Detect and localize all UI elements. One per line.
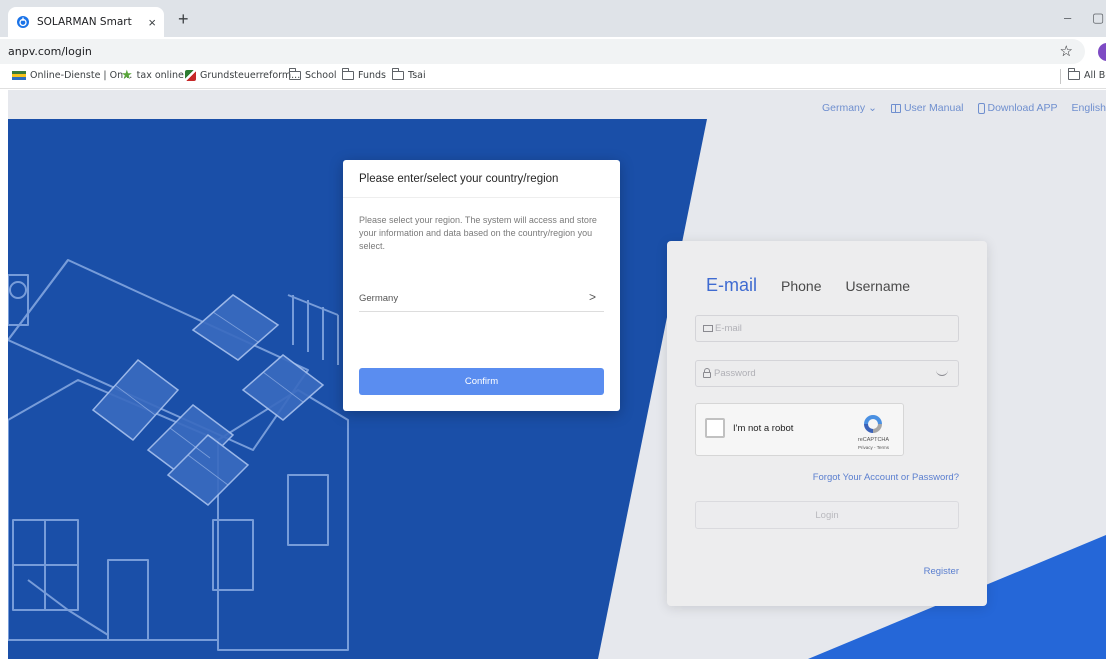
folder-icon: [288, 68, 301, 80]
selected-region: Germany: [359, 293, 399, 304]
bookmark-label: Grundsteuerreform...: [200, 70, 301, 81]
bookmark-star-icon[interactable]: ☆: [1060, 42, 1073, 60]
recaptcha-label: I'm not a robot: [733, 423, 794, 434]
tab-username[interactable]: Username: [846, 278, 911, 294]
region-label: Germany: [821, 102, 866, 114]
chevron-down-icon: ⌄: [868, 102, 877, 114]
bookmark-item[interactable]: Tsai: [391, 68, 426, 81]
minimize-icon[interactable]: –: [1064, 10, 1071, 25]
recaptcha-widget: I'm not a robot reCAPTCHA Privacy - Term…: [695, 403, 904, 456]
new-tab-icon[interactable]: +: [178, 9, 189, 30]
tab-phone[interactable]: Phone: [781, 278, 821, 294]
recaptcha-terms-link[interactable]: Privacy - Terms: [846, 445, 901, 450]
recaptcha-brand: reCAPTCHA: [857, 437, 890, 443]
top-navigation: Germany ⌄ User Manual Download APP Engli…: [822, 102, 1106, 114]
password-field[interactable]: Password: [695, 360, 959, 387]
lock-icon: [703, 368, 711, 378]
region-modal: Please enter/select your country/region …: [343, 160, 620, 411]
recaptcha-logo-icon: [864, 415, 882, 433]
forgot-password-link[interactable]: Forgot Your Account or Password?: [813, 472, 959, 483]
language-selector[interactable]: English: [1072, 102, 1106, 114]
folder-icon: [1067, 68, 1080, 80]
bookmarks-separator: [1060, 69, 1061, 84]
folder-icon: [391, 68, 404, 80]
bookmark-label: All Bo: [1084, 70, 1106, 81]
email-placeholder: E-mail: [715, 323, 742, 334]
download-app-label: Download APP: [987, 102, 1058, 114]
tab-email[interactable]: E-mail: [706, 275, 757, 296]
folder-icon: [341, 68, 354, 80]
address-bar: anpv.com/login ☆: [0, 37, 1106, 65]
book-icon: [890, 103, 901, 113]
star-icon: ★: [121, 67, 133, 83]
confirm-button[interactable]: Confirm: [359, 368, 604, 395]
bookmark-item[interactable]: School: [288, 68, 337, 81]
flag-icon: [12, 71, 26, 80]
bookmark-item[interactable]: Grundsteuerreform...: [185, 70, 300, 81]
email-field[interactable]: E-mail: [695, 315, 959, 342]
login-tabs: E-mail Phone Username: [706, 275, 910, 296]
password-placeholder: Password: [714, 368, 756, 379]
recaptcha-checkbox[interactable]: [705, 418, 725, 438]
login-card: E-mail Phone Username E-mail Password I'…: [667, 241, 987, 606]
modal-title: Please enter/select your country/region: [343, 160, 620, 198]
mail-icon: [703, 325, 713, 332]
chevron-right-icon: >: [588, 290, 596, 304]
browser-tab[interactable]: SOLARMAN Smart ×: [8, 7, 164, 37]
bookmark-label: Online-Dienste | On...: [30, 70, 133, 81]
login-button[interactable]: Login: [695, 501, 959, 529]
phone-icon: [977, 102, 985, 114]
hide-password-icon[interactable]: [936, 370, 948, 376]
tab-close-icon[interactable]: ×: [148, 15, 156, 30]
bookmark-label: Funds: [358, 70, 386, 81]
modal-description: Please select your region. The system wi…: [359, 215, 597, 251]
bookmarks-bar: Online-Dienste | On... ★ tax online Grun…: [0, 65, 1106, 89]
region-select[interactable]: Germany >: [359, 290, 604, 312]
bookmark-label: tax online: [136, 70, 184, 81]
browser-tabstrip: SOLARMAN Smart × + – ▢: [0, 0, 1106, 37]
bookmark-item[interactable]: ★ tax online: [121, 67, 184, 83]
user-manual-label: User Manual: [903, 102, 964, 114]
url-text: anpv.com/login: [8, 45, 92, 58]
solarman-favicon-icon: [17, 16, 29, 28]
download-app-link[interactable]: Download APP: [977, 102, 1058, 114]
nrw-icon: [185, 70, 196, 81]
bookmark-label: School: [305, 70, 337, 81]
all-bookmarks[interactable]: All Bo: [1067, 68, 1106, 81]
user-manual-link[interactable]: User Manual: [890, 102, 964, 114]
register-link[interactable]: Register: [924, 566, 959, 577]
bookmark-label: Tsai: [408, 70, 426, 81]
bookmark-item[interactable]: Online-Dienste | On...: [12, 70, 132, 81]
restore-icon[interactable]: ▢: [1092, 10, 1104, 26]
tab-title: SOLARMAN Smart: [37, 16, 132, 28]
bookmark-item[interactable]: Funds: [341, 68, 386, 81]
region-selector[interactable]: Germany ⌄: [822, 102, 877, 114]
url-input[interactable]: anpv.com/login ☆: [0, 39, 1085, 64]
login-page: Germany ⌄ User Manual Download APP Engli…: [8, 90, 1106, 659]
